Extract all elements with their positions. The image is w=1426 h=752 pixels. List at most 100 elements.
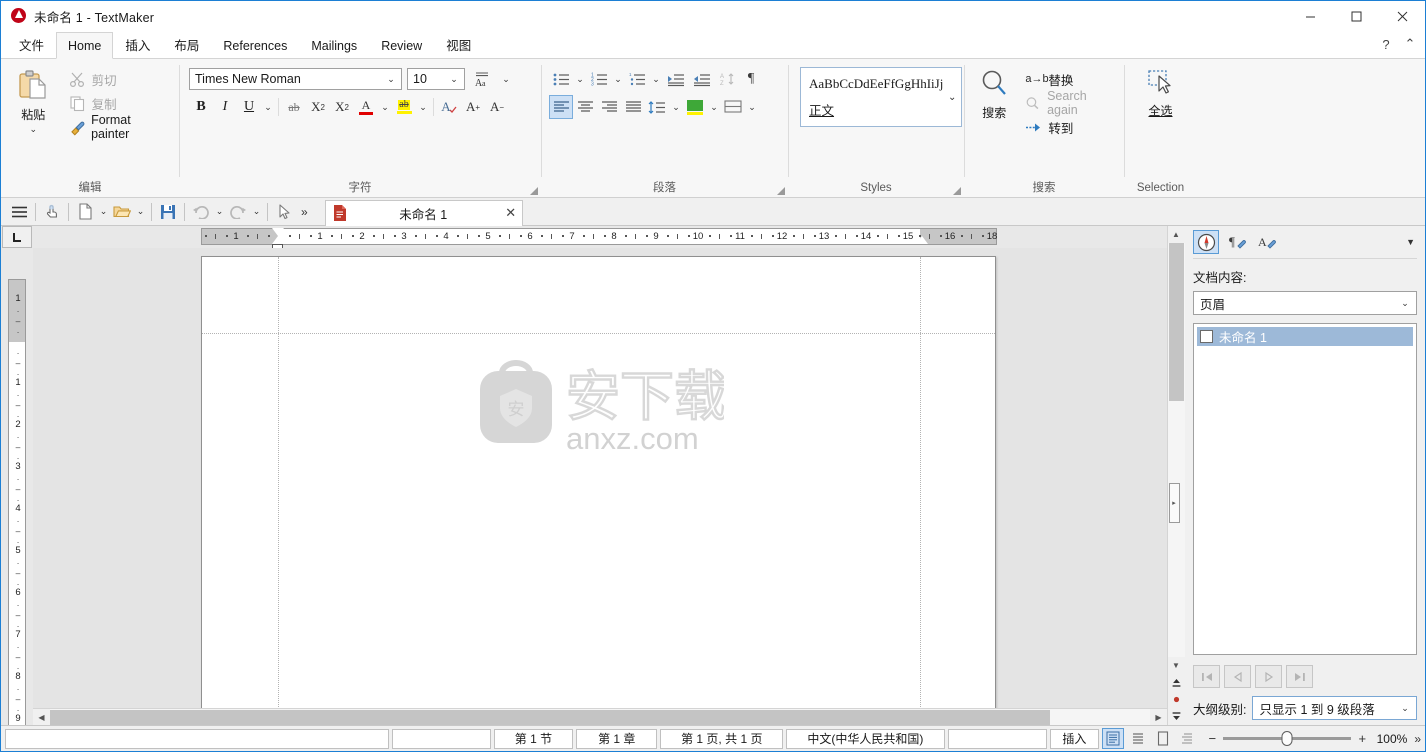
font-family-combo[interactable]: Times New Roman ⌄ bbox=[189, 68, 402, 90]
change-case-button[interactable]: A a bbox=[470, 67, 494, 91]
bold-button[interactable]: B bbox=[189, 95, 213, 119]
font-color-button[interactable]: A bbox=[354, 95, 378, 119]
sort-button[interactable]: A Z bbox=[715, 67, 739, 91]
outline-level-select[interactable]: 只显示 1 到 9 级段落 ⌄ bbox=[1252, 696, 1417, 720]
tab-view[interactable]: 视图 bbox=[434, 32, 483, 59]
zoom-in-button[interactable]: + bbox=[1357, 731, 1367, 746]
hscroll-thumb[interactable] bbox=[50, 709, 1050, 725]
redo-button[interactable] bbox=[226, 200, 250, 224]
redo-chevron-down-icon[interactable]: ⌄ bbox=[250, 200, 263, 224]
view-normal-button[interactable] bbox=[1102, 728, 1125, 749]
document-page[interactable]: 安 安下载 anxz.com bbox=[201, 256, 996, 708]
copy-button[interactable]: 复制 bbox=[66, 91, 173, 115]
browse-object-button[interactable] bbox=[1167, 691, 1185, 708]
hanging-indent-marker[interactable] bbox=[272, 236, 284, 244]
document-contents-chevron-down-icon[interactable]: ⌄ bbox=[1396, 298, 1414, 309]
view-draft-button[interactable] bbox=[1177, 728, 1199, 749]
paste-chevron-down-icon[interactable]: ⌄ bbox=[30, 125, 38, 134]
font-family-chevron-down-icon[interactable]: ⌄ bbox=[383, 74, 399, 85]
tab-home[interactable]: Home bbox=[56, 32, 114, 59]
open-file-button[interactable] bbox=[110, 200, 134, 224]
line-spacing-button[interactable] bbox=[645, 95, 669, 119]
multilevel-list-chevron-down-icon[interactable]: ⌄ bbox=[649, 67, 663, 91]
document-tab[interactable]: 未命名 1 ✕ bbox=[324, 199, 523, 226]
decrease-indent-button[interactable] bbox=[689, 67, 715, 91]
format-painter-button[interactable]: Format painter bbox=[66, 113, 173, 141]
previous-item-button[interactable] bbox=[1224, 665, 1251, 688]
paragraph-mark-button[interactable]: ¶ bbox=[1223, 230, 1249, 254]
highlight-button[interactable]: ab bbox=[392, 95, 416, 119]
quick-access-more-button[interactable]: » bbox=[296, 205, 313, 219]
open-file-chevron-down-icon[interactable]: ⌄ bbox=[134, 200, 147, 224]
cut-button[interactable]: 剪切 bbox=[66, 67, 173, 91]
justify-button[interactable] bbox=[621, 95, 645, 119]
next-page-button[interactable] bbox=[1167, 708, 1185, 725]
font-dialog-launcher[interactable] bbox=[529, 186, 538, 195]
collapse-ribbon-button[interactable]: ⌃ bbox=[1399, 34, 1421, 54]
tab-review[interactable]: Review bbox=[369, 32, 434, 59]
vertical-scrollbar[interactable]: ▲ ▸ ▼ bbox=[1167, 226, 1185, 725]
align-left-button[interactable] bbox=[549, 95, 573, 119]
bullet-list-button[interactable] bbox=[549, 67, 573, 91]
style-chevron-down-icon[interactable]: ⌄ bbox=[943, 92, 961, 103]
outline-level-chevron-down-icon[interactable]: ⌄ bbox=[1396, 703, 1414, 714]
clear-formatting-button[interactable]: A bbox=[437, 95, 461, 119]
tab-file[interactable]: 文件 bbox=[7, 32, 56, 59]
shading-button[interactable] bbox=[683, 95, 707, 119]
vertical-ruler[interactable]: 112345678910·–··–··–··–··–··–··–··–··–··… bbox=[8, 279, 26, 725]
scroll-down-arrow-icon[interactable]: ▼ bbox=[1167, 657, 1185, 674]
goto-button[interactable]: 转到 bbox=[1022, 115, 1118, 139]
style-gallery[interactable]: AaBbCcDdEeFfGgHhIiJj 正文 ⌄ bbox=[800, 67, 962, 127]
hamburger-menu-button[interactable] bbox=[7, 200, 31, 224]
search-again-button[interactable]: Search again bbox=[1022, 89, 1118, 117]
strikethrough-button[interactable]: ab bbox=[282, 95, 306, 119]
character-format-button[interactable]: A bbox=[1253, 230, 1279, 254]
maximize-button[interactable] bbox=[1333, 1, 1379, 31]
numbered-list-chevron-down-icon[interactable]: ⌄ bbox=[611, 67, 625, 91]
borders-button[interactable] bbox=[721, 95, 745, 119]
font-size-combo[interactable]: 10 ⌄ bbox=[407, 68, 465, 90]
save-button[interactable] bbox=[156, 200, 180, 224]
sidebar-menu-chevron-down-icon[interactable]: ▼ bbox=[1406, 237, 1415, 247]
styles-dialog-launcher[interactable] bbox=[952, 186, 961, 195]
line-spacing-chevron-down-icon[interactable]: ⌄ bbox=[669, 95, 683, 119]
scroll-right-arrow-icon[interactable]: ▶ bbox=[1150, 709, 1167, 726]
previous-page-button[interactable] bbox=[1167, 674, 1185, 691]
horizontal-ruler[interactable]: 1 1 2 3 4 5 6 7 8 9 10 11 12 13 14 15 16 18 bbox=[201, 228, 997, 251]
shrink-font-button[interactable]: A − bbox=[485, 95, 509, 119]
highlight-chevron-down-icon[interactable]: ⌄ bbox=[416, 95, 430, 119]
status-language[interactable]: 中文(中华人民共和国) bbox=[786, 728, 945, 749]
tab-insert[interactable]: 插入 bbox=[113, 32, 162, 59]
hscroll-track[interactable] bbox=[50, 708, 1150, 725]
undo-button[interactable] bbox=[189, 200, 213, 224]
close-button[interactable] bbox=[1379, 1, 1425, 31]
font-color-chevron-down-icon[interactable]: ⌄ bbox=[378, 95, 392, 119]
show-formatting-marks-button[interactable]: ¶ bbox=[739, 67, 763, 91]
document-contents-list[interactable]: 未命名 1 bbox=[1193, 323, 1417, 655]
undo-chevron-down-icon[interactable]: ⌄ bbox=[213, 200, 226, 224]
status-page[interactable]: 第 1 页, 共 1 页 bbox=[660, 728, 784, 749]
bullet-list-chevron-down-icon[interactable]: ⌄ bbox=[573, 67, 587, 91]
scroll-up-arrow-icon[interactable]: ▲ bbox=[1167, 226, 1185, 243]
underline-chevron-down-icon[interactable]: ⌄ bbox=[261, 95, 275, 119]
zoom-slider-thumb[interactable] bbox=[1281, 731, 1293, 746]
status-section[interactable]: 第 1 节 bbox=[493, 728, 574, 749]
align-right-button[interactable] bbox=[597, 95, 621, 119]
list-item[interactable]: 未命名 1 bbox=[1197, 327, 1413, 346]
new-document-button[interactable] bbox=[73, 200, 97, 224]
shading-chevron-down-icon[interactable]: ⌄ bbox=[707, 95, 721, 119]
change-case-chevron-down-icon[interactable]: ⌄ bbox=[499, 67, 513, 91]
search-button[interactable]: 搜索 bbox=[970, 65, 1018, 121]
horizontal-scrollbar[interactable]: ◀ ▶ bbox=[33, 708, 1167, 725]
view-page-button[interactable] bbox=[1152, 728, 1174, 749]
touch-mode-button[interactable] bbox=[40, 200, 64, 224]
first-item-button[interactable] bbox=[1193, 665, 1220, 688]
scroll-left-arrow-icon[interactable]: ◀ bbox=[33, 709, 50, 726]
paragraph-dialog-launcher[interactable] bbox=[776, 186, 785, 195]
list-item-checkbox[interactable] bbox=[1200, 330, 1213, 343]
navigation-compass-button[interactable] bbox=[1193, 230, 1219, 254]
tab-stop-selector[interactable] bbox=[2, 226, 32, 248]
underline-button[interactable]: U bbox=[237, 95, 261, 119]
superscript-button[interactable]: X2 bbox=[330, 95, 354, 119]
font-size-chevron-down-icon[interactable]: ⌄ bbox=[446, 74, 462, 85]
